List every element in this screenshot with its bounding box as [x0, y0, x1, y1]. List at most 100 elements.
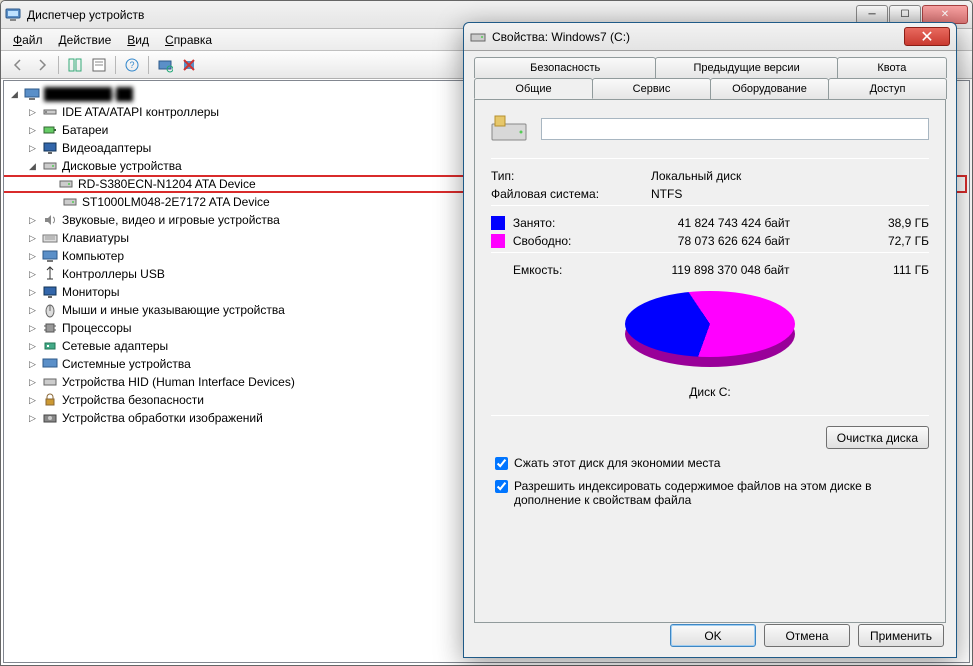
tab-previous-versions[interactable]: Предыдущие версии [655, 57, 837, 78]
tree-item-label: Мониторы [62, 285, 119, 299]
toolbar-divider [58, 56, 59, 74]
scan-button[interactable] [154, 54, 176, 76]
index-checkbox[interactable] [495, 480, 508, 493]
ide-controller-icon [42, 104, 58, 120]
tree-item-label: RD-S380ECN-N1204 ATA Device [78, 177, 256, 191]
menu-view[interactable]: Вид [119, 31, 157, 49]
expander-expand-icon[interactable]: ▷ [28, 414, 37, 423]
tab-sharing[interactable]: Доступ [828, 78, 947, 99]
tree-item-label: Устройства безопасности [62, 393, 204, 407]
expander-expand-icon[interactable]: ▷ [28, 288, 37, 297]
props-titlebar[interactable]: Свойства: Windows7 (C:) ✕ [464, 23, 956, 51]
tab-security[interactable]: Безопасность [474, 57, 656, 78]
expander-expand-icon[interactable]: ▷ [28, 306, 37, 315]
used-bytes: 41 824 743 424 байт [632, 216, 790, 230]
fs-value: NTFS [651, 187, 929, 201]
menu-file[interactable]: Файл [5, 31, 51, 49]
tree-item-label: ST1000LM048-2E7172 ATA Device [82, 195, 270, 209]
uninstall-button[interactable] [178, 54, 200, 76]
disk-cleanup-button[interactable]: Очистка диска [826, 426, 929, 449]
menu-help[interactable]: Справка [157, 31, 220, 49]
free-color-swatch [491, 234, 505, 248]
expander-expand-icon[interactable]: ▷ [28, 234, 37, 243]
tree-item-label: Видеоадаптеры [62, 141, 151, 155]
apply-button[interactable]: Применить [858, 624, 944, 647]
expander-expand-icon[interactable]: ▷ [28, 126, 37, 135]
svg-text:?: ? [129, 60, 134, 70]
tree-item-label: Дисковые устройства [62, 159, 182, 173]
expander-expand-icon[interactable]: ▷ [28, 360, 37, 369]
cancel-button[interactable]: Отмена [764, 624, 850, 647]
properties-button[interactable] [88, 54, 110, 76]
forward-button[interactable] [31, 54, 53, 76]
disk-drive-icon [62, 194, 78, 210]
capacity-label: Емкость: [491, 263, 630, 277]
expander-expand-icon[interactable]: ▷ [28, 342, 37, 351]
tree-item-label: Процессоры [62, 321, 132, 335]
keyboard-icon [42, 230, 58, 246]
expander-expand-icon[interactable]: ▷ [28, 216, 37, 225]
free-label: Свободно: [513, 234, 632, 248]
tree-item-label: Устройства HID (Human Interface Devices) [62, 375, 295, 389]
expander-expand-icon[interactable]: ▷ [28, 252, 37, 261]
tree-item-label: Клавиатуры [62, 231, 129, 245]
props-body: Безопасность Предыдущие версии Квота Общ… [464, 51, 956, 637]
expander-collapse-icon[interactable]: ◢ [28, 162, 37, 171]
dialog-buttons: OK Отмена Применить [670, 624, 944, 647]
tab-quota[interactable]: Квота [837, 57, 947, 78]
tree-item-label: Устройства обработки изображений [62, 411, 263, 425]
expander-expand-icon[interactable]: ▷ [28, 396, 37, 405]
compress-label: Сжать этот диск для экономии места [514, 456, 720, 470]
mouse-icon [42, 302, 58, 318]
tree-item-label: Сетевые адаптеры [62, 339, 168, 353]
monitor-icon [42, 284, 58, 300]
ok-button[interactable]: OK [670, 624, 756, 647]
expander-collapse-icon[interactable]: ◢ [10, 90, 19, 99]
capacity-hr: 111 ГБ [830, 263, 929, 277]
compress-checkbox[interactable] [495, 457, 508, 470]
system-icon [42, 356, 58, 372]
used-color-swatch [491, 216, 505, 230]
tree-item-label: Мыши и иные указывающие устройства [62, 303, 285, 317]
help-button[interactable]: ? [121, 54, 143, 76]
divider-4 [491, 415, 929, 416]
expander-expand-icon[interactable]: ▷ [28, 378, 37, 387]
tabs-back-row: Безопасность Предыдущие версии Квота [474, 57, 946, 78]
show-hide-tree-button[interactable] [64, 54, 86, 76]
tab-general[interactable]: Общие [474, 78, 593, 99]
drive-name-input[interactable] [541, 118, 929, 140]
tab-tools[interactable]: Сервис [592, 78, 711, 99]
free-bytes: 78 073 626 624 байт [632, 234, 790, 248]
index-checkbox-row[interactable]: Разрешить индексировать содержимое файло… [491, 479, 929, 507]
drive-large-icon [491, 114, 527, 144]
expander-expand-icon[interactable]: ▷ [28, 108, 37, 117]
computer-icon [5, 7, 21, 23]
divider [491, 158, 929, 159]
tree-item-label: Батареи [62, 123, 108, 137]
tree-root-label: ████████-██ [44, 87, 133, 101]
index-label: Разрешить индексировать содержимое файло… [514, 479, 929, 507]
tree-item-label: Звуковые, видео и игровые устройства [62, 213, 280, 227]
battery-icon [42, 122, 58, 138]
display-adapter-icon [42, 140, 58, 156]
back-button[interactable] [7, 54, 29, 76]
props-close-button[interactable]: ✕ [904, 27, 950, 46]
tab-panel-general: Тип: Локальный диск Файловая система: NT… [474, 99, 946, 623]
computer-icon [42, 248, 58, 264]
divider-2 [491, 205, 929, 206]
expander-expand-icon[interactable]: ▷ [28, 144, 37, 153]
compress-checkbox-row[interactable]: Сжать этот диск для экономии места [491, 456, 929, 473]
drive-icon [470, 29, 486, 45]
type-label: Тип: [491, 169, 651, 183]
divider-3 [491, 252, 929, 253]
disk-drive-icon [42, 158, 58, 174]
menu-action[interactable]: Действие [51, 31, 120, 49]
tree-item-label: Системные устройства [62, 357, 191, 371]
expander-expand-icon[interactable]: ▷ [28, 324, 37, 333]
tab-hardware[interactable]: Оборудование [710, 78, 829, 99]
fs-label: Файловая система: [491, 187, 651, 201]
computer-icon [24, 86, 40, 102]
expander-expand-icon[interactable]: ▷ [28, 270, 37, 279]
toolbar-divider-2 [115, 56, 116, 74]
tabs-front-row: Общие Сервис Оборудование Доступ [474, 78, 946, 99]
